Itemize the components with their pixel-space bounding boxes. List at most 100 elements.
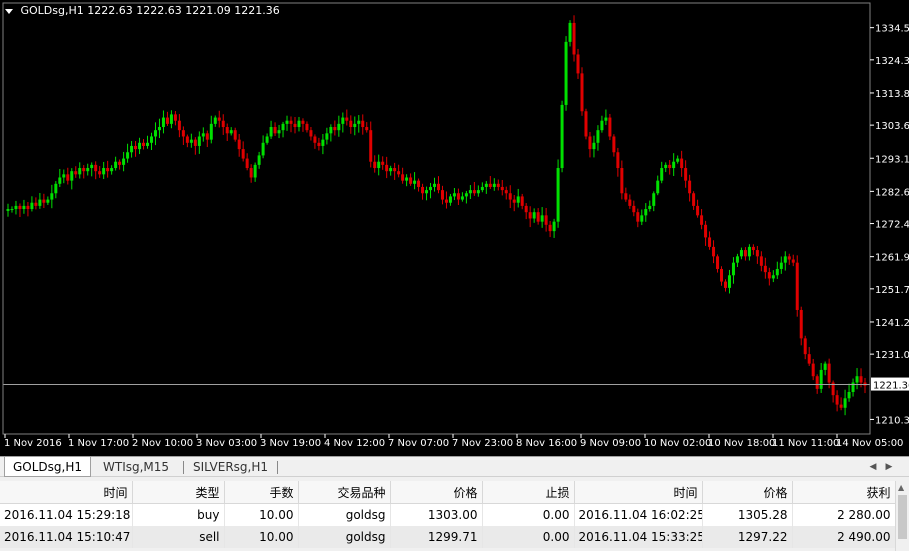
table-header-row: 时间 类型 手数 交易品种 价格 止损 时间 价格 获利 [0,481,896,504]
candle-body [118,161,122,165]
chart-area[interactable]: 1334.50 1324.30 1313.80 1303.60 1293.10 1282.… [0,0,909,456]
price-label: 1251.70 [875,285,909,296]
candle-body [54,183,58,194]
tab-separator [183,461,184,474]
col-header-profit[interactable]: 获利 [792,481,896,504]
price-label: 1272.40 [875,220,909,231]
col-header-open-price[interactable]: 价格 [390,481,483,504]
col-header-close-time[interactable]: 时间 [574,481,703,504]
candle-body [269,127,273,137]
scroll-up-icon[interactable]: ▲ [898,483,904,492]
candle-body [688,180,692,194]
price-label: 1313.80 [875,89,909,100]
candle-body [201,133,205,137]
triangle-down-icon[interactable] [5,8,13,14]
candle-body [720,268,724,282]
scrollbar-thumb[interactable] [898,495,907,539]
cell-close-time: 2016.11.04 16:02:25 [574,503,703,526]
time-label: 8 Nov 16:00 [516,438,577,449]
table-row[interactable]: 2016.11.04 15:29:18 buy 10.00 goldsg 130… [0,503,896,526]
candle-body [488,183,492,187]
col-header-volume[interactable]: 手数 [224,481,299,504]
candle-body [365,127,369,131]
candle-body [783,256,787,263]
candle-body [608,117,612,137]
candle-body [544,215,548,225]
candle-body [257,155,261,165]
candle-body [843,398,847,408]
candle-body [775,268,779,276]
candle-body [149,136,153,143]
candle-body [735,256,739,263]
time-label: 1 Nov 2016 [4,438,62,449]
candle-body [98,171,102,175]
candle-body [146,142,150,146]
candle-body [169,114,173,124]
symbol-header[interactable]: GOLDsg,H1 1222.63 1222.63 1221.09 1221.3… [5,4,280,17]
price-label: 1210.30 [875,415,909,426]
candle-body [409,177,413,184]
candle-body [253,164,257,178]
col-header-symbol[interactable]: 交易品种 [298,481,391,504]
candle-body [680,158,684,169]
candle-body [628,199,632,206]
candle-body [448,196,452,203]
candle-body [14,205,18,210]
candle-body [293,123,297,128]
time-label: 7 Nov 07:00 [388,438,449,449]
cell-close-time: 2016.11.04 15:33:25 [574,526,703,548]
candle-body [464,193,468,197]
candle-body [433,183,437,187]
candle-body [122,158,126,165]
candle-body [747,246,751,257]
price-label: 1261.90 [875,253,909,264]
col-header-stop-loss[interactable]: 止损 [482,481,575,504]
candle-body [512,199,516,203]
candle-body [34,202,38,206]
candle-body [213,117,217,124]
col-header-type[interactable]: 类型 [132,481,225,504]
tab-separator [277,461,278,474]
candle-body [165,117,169,124]
tab-wtisg-m15[interactable]: WTIsg,M15 [95,459,177,476]
candle-body [508,193,512,200]
candle-body [413,180,417,184]
arrow-right-icon[interactable]: ▶ [882,459,896,475]
col-header-close-price[interactable]: 价格 [702,481,793,504]
arrow-left-icon[interactable]: ◀ [866,459,880,475]
candle-body [827,363,831,383]
candle-body [580,73,584,112]
candle-body [401,174,405,181]
candle-body [787,256,791,260]
candle-body [815,376,819,389]
candle-body [755,250,759,257]
tab-silversg-h1[interactable]: SILVERsg,H1 [185,459,276,476]
candle-body [855,376,859,383]
candle-body [807,354,811,364]
candlestick-chart[interactable]: 1334.50 1324.30 1313.80 1303.60 1293.10 1282.… [0,0,909,456]
candle-body [82,168,86,172]
candle-body [763,265,767,273]
candle-body [30,202,34,210]
candle-body [301,120,305,124]
candle-body [325,133,329,140]
candle-body [743,250,747,257]
candle-body [297,120,301,128]
candle-body [596,130,600,143]
price-label: 1324.30 [875,56,909,67]
table-row[interactable]: 2016.11.04 15:10:47 sell 10.00 goldsg 12… [0,526,896,548]
candle-body [193,139,197,146]
cell-open-price: 1303.00 [390,503,483,526]
candle-body [245,158,249,169]
candle-body [568,22,572,42]
candle-body [209,123,213,140]
candle-body [134,145,138,150]
candle-body [381,161,385,165]
col-header-open-time[interactable]: 时间 [0,481,133,504]
candle-body [142,142,146,146]
tab-goldsg-h1[interactable]: GOLDsg,H1 [4,457,92,477]
price-label: 1334.50 [875,24,909,35]
table-scrollbar[interactable]: ▲ [895,481,909,551]
cell-open-time: 2016.11.04 15:29:18 [0,503,133,526]
candle-body [712,246,716,257]
